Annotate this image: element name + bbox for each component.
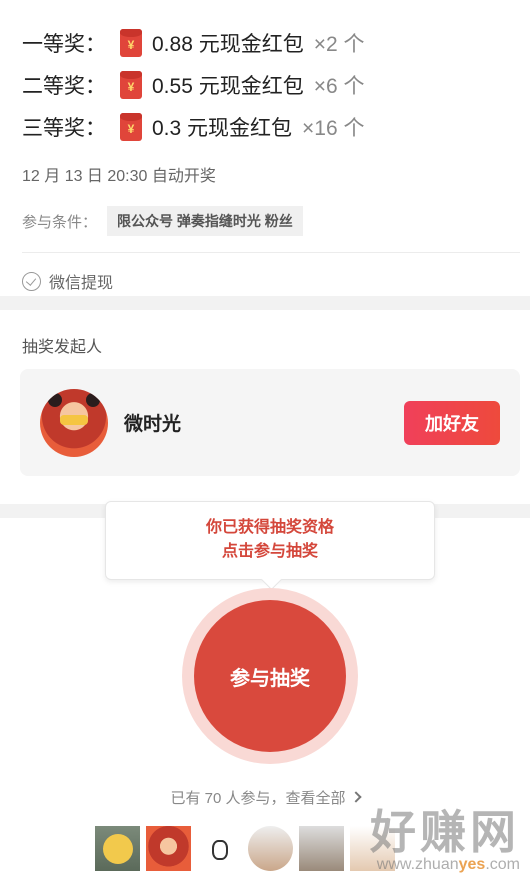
section-separator — [0, 296, 530, 310]
participant-avatar[interactable] — [146, 826, 191, 871]
participant-avatar[interactable] — [197, 826, 242, 871]
draw-time: 12 月 13 日 20:30 自动开奖 — [22, 168, 216, 185]
prize-amount: 0.55 元现金红包 — [152, 75, 304, 98]
red-packet-icon: ¥ — [120, 29, 142, 57]
watermark-title: 好赚网 — [370, 806, 520, 858]
prize-row-second: 二等奖： ¥ 0.55 元现金红包 ×6 个 — [22, 64, 508, 106]
wechat-withdraw: 微信提现 — [0, 253, 530, 293]
participants-text[interactable]: 已有 70 人参与，查看全部 — [170, 790, 345, 807]
prize-count: ×2 个 — [313, 33, 365, 56]
site-watermark: 好赚网 www.zhuanyes.com — [370, 796, 520, 874]
sponsor-name[interactable]: 微时光 — [124, 409, 404, 436]
avatar[interactable] — [40, 388, 108, 457]
red-packet-icon: ¥ — [120, 113, 142, 141]
eligibility-tooltip: 你已获得抽奖资格 点击参与抽奖 — [105, 501, 435, 580]
sponsor-section-title: 抽奖发起人 — [22, 339, 103, 356]
condition-tag: 限公众号 弹奏指缝时光 粉丝 — [107, 206, 303, 236]
prize-name: 二等奖： — [22, 75, 106, 98]
prize-count: ×16 个 — [302, 117, 365, 140]
prize-list: 一等奖： ¥ 0.88 元现金红包 ×2 个 二等奖： ¥ 0.55 元现金红包… — [0, 0, 530, 148]
prize-count: ×6 个 — [313, 75, 365, 98]
condition-label: 参与条件： — [22, 213, 98, 231]
red-packet-icon: ¥ — [120, 71, 142, 99]
prize-row-third: 三等奖： ¥ 0.3 元现金红包 ×16 个 — [22, 106, 508, 148]
watermark-url: www.zhuanyes.com — [376, 856, 520, 873]
sponsor-card[interactable]: 微时光 加好友 — [20, 369, 520, 476]
prize-amount: 0.88 元现金红包 — [152, 33, 304, 56]
check-circle-icon — [22, 271, 41, 291]
participation-condition: 参与条件： 限公众号 弹奏指缝时光 粉丝 — [0, 206, 530, 236]
prize-name: 一等奖： — [22, 33, 106, 56]
participant-avatar[interactable] — [299, 826, 344, 871]
tooltip-line2: 点击参与抽奖 — [221, 543, 318, 560]
chevron-right-icon — [349, 791, 362, 803]
add-friend-button[interactable]: 加好友 — [404, 400, 500, 445]
wechat-withdraw-label: 微信提现 — [49, 275, 114, 292]
prize-name: 三等奖： — [22, 117, 106, 140]
join-draw-button[interactable]: 参与抽奖 — [194, 600, 346, 752]
participant-avatars[interactable] — [95, 826, 395, 871]
prize-row-first: 一等奖： ¥ 0.88 元现金红包 ×2 个 — [22, 22, 508, 64]
prize-amount: 0.3 元现金红包 — [152, 117, 293, 140]
participant-avatar[interactable] — [95, 826, 140, 871]
participant-avatar[interactable] — [248, 826, 293, 871]
tooltip-line1: 你已获得抽奖资格 — [205, 519, 334, 536]
